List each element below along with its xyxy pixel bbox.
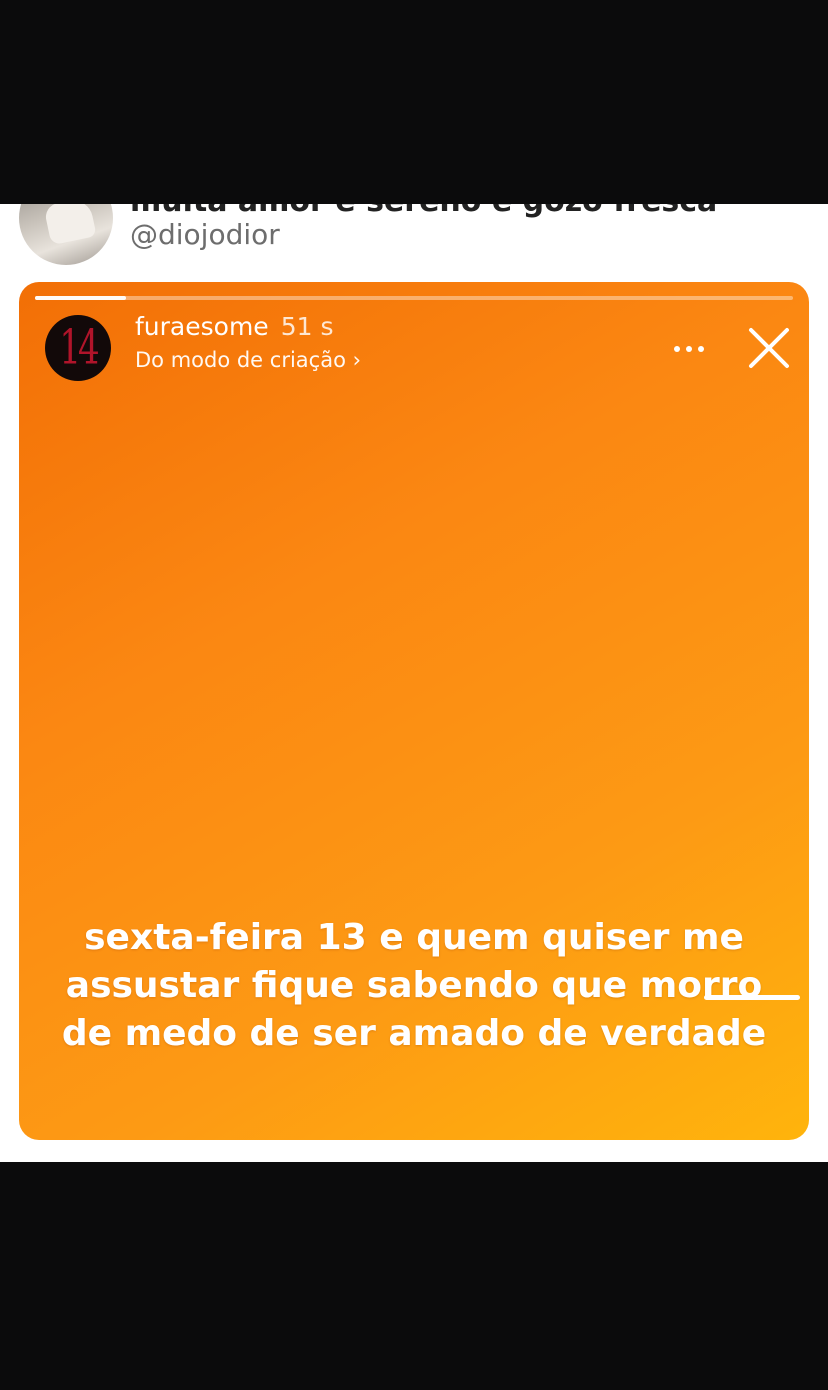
story-header: furaesome 51 s <box>135 312 333 341</box>
tweet-avatar[interactable] <box>19 204 113 265</box>
story-progress-bar <box>35 296 793 300</box>
close-icon[interactable] <box>747 326 791 370</box>
story-avatar-logo: 14 <box>59 320 99 376</box>
tweet-display-name[interactable]: muita amor e sereno e gozo fresca <box>130 204 717 219</box>
strikethrough-mark <box>704 995 800 1000</box>
story-time: 51 s <box>280 312 334 341</box>
top-letterbox <box>0 0 828 204</box>
more-horizontal-icon[interactable] <box>669 332 709 366</box>
caption-line: assustar fique sabendo que morro <box>65 965 763 1006</box>
story-create-mode-link[interactable]: Do modo de criação › <box>135 348 361 372</box>
tweet-card: muita amor e sereno e gozo fresca @diojo… <box>0 204 828 1162</box>
avatar-photo <box>43 204 97 246</box>
story-username[interactable]: furaesome <box>135 312 269 341</box>
story-avatar[interactable]: 14 <box>45 315 111 381</box>
caption-line: sexta-feira 13 e quem quiser me <box>84 917 744 958</box>
tweet-handle[interactable]: @diojodior <box>130 218 280 251</box>
story-caption: sexta-feira 13 e quem quiser me assustar… <box>49 914 800 1058</box>
story-progress-fill <box>35 296 126 300</box>
caption-line: de medo de ser amado de verdade <box>61 1013 767 1054</box>
bottom-letterbox <box>0 1162 828 1390</box>
story-screenshot: 14 furaesome 51 s Do modo de criação › se… <box>19 282 809 1140</box>
